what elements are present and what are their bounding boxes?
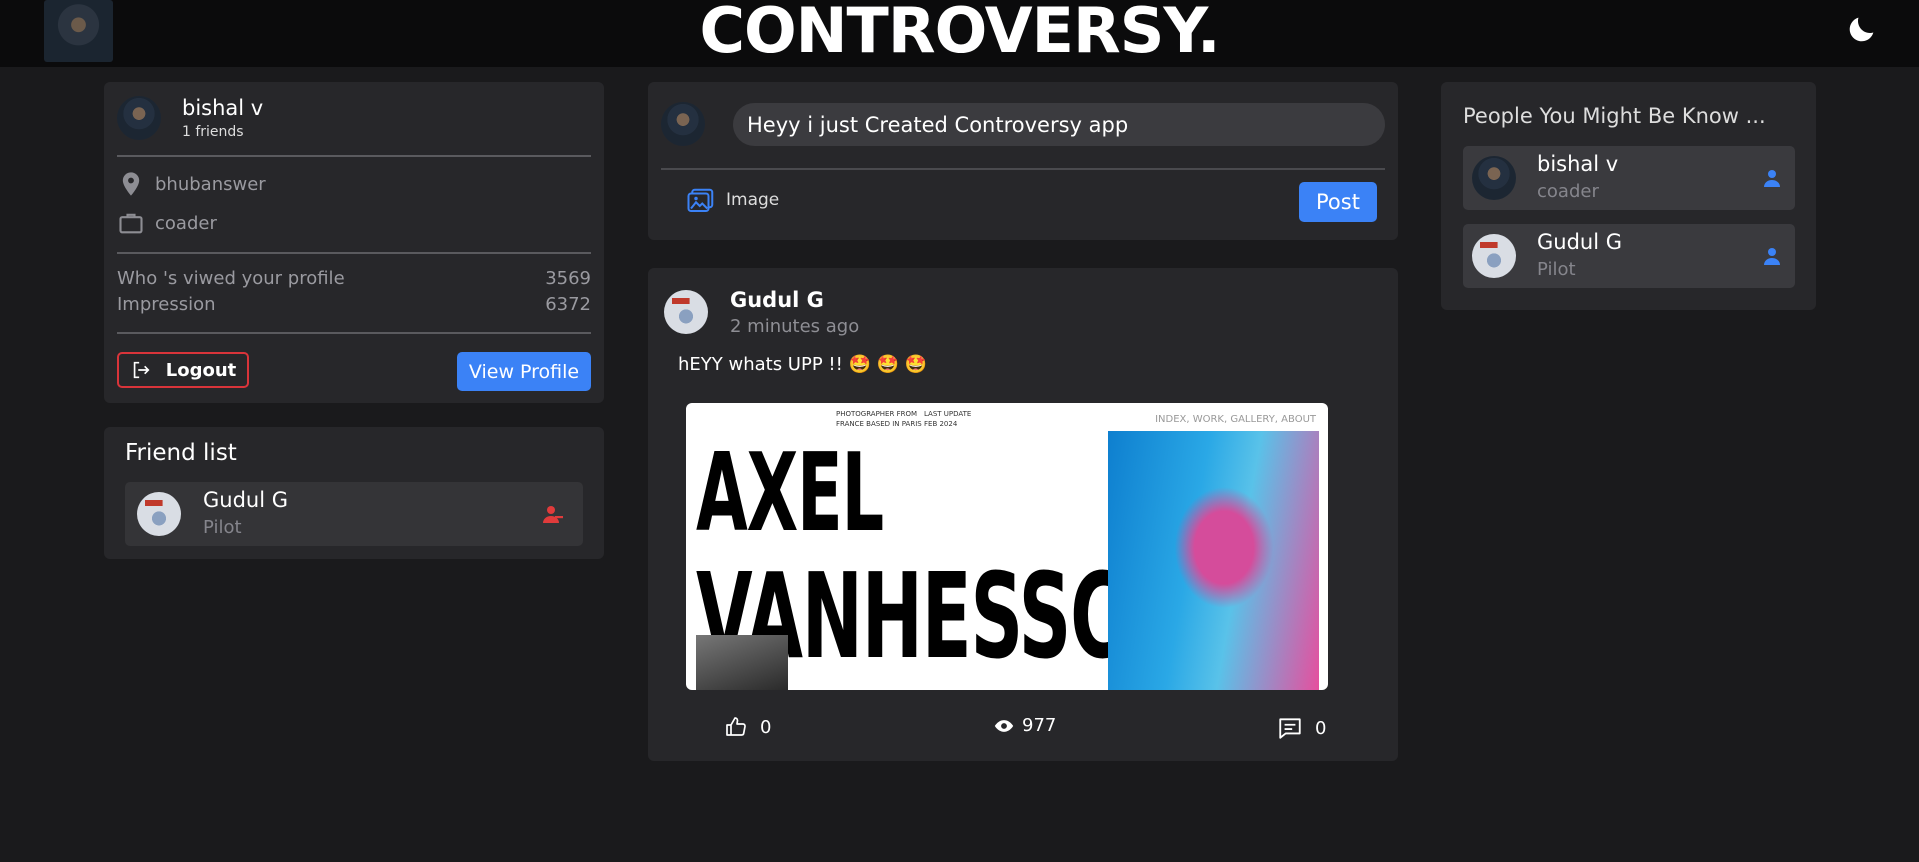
image-title-line1: AXEL — [696, 431, 884, 556]
profile-avatar[interactable] — [117, 96, 161, 140]
dark-mode-moon-icon[interactable] — [1845, 12, 1879, 46]
suggestions-card: People You Might Be Know ... bishal v co… — [1441, 82, 1816, 310]
comment-icon — [1279, 718, 1301, 739]
image-caption-update: LAST UPDATE FEB 2024 — [924, 410, 972, 428]
post-author-avatar[interactable] — [664, 290, 708, 334]
post-author-name[interactable]: Gudul G — [730, 288, 824, 312]
divider — [117, 155, 591, 157]
divider — [661, 168, 1385, 170]
remove-friend-icon[interactable] — [540, 502, 564, 526]
suggestions-title: People You Might Be Know ... — [1463, 104, 1766, 128]
stat-label-impression: Impression — [117, 294, 216, 315]
image-thumbnail — [696, 635, 788, 690]
stat-value-profile-views: 3569 — [545, 268, 591, 289]
suggestion-name[interactable]: bishal v — [1537, 152, 1618, 176]
like-button[interactable]: 0 — [724, 715, 771, 739]
logout-icon — [133, 361, 150, 379]
profile-card: bishal v 1 friends bhubanswer coader Who… — [104, 82, 604, 403]
compose-input[interactable] — [733, 103, 1385, 146]
post-button[interactable]: Post — [1299, 182, 1377, 222]
comment-button[interactable]: 0 — [1277, 715, 1326, 741]
friend-list-card: Friend list Gudul G Pilot — [104, 427, 604, 559]
suggestion-item[interactable]: bishal v coader — [1463, 146, 1795, 210]
post-card: Gudul G 2 minutes ago hEYY whats UPP !! … — [648, 268, 1398, 761]
top-bar: CONTROVERSY. — [0, 0, 1919, 67]
location-pin-icon — [122, 172, 140, 196]
image-nav: INDEX, WORK, GALLERY, ABOUT — [1155, 414, 1316, 425]
profile-location: bhubanswer — [155, 174, 266, 195]
briefcase-icon — [119, 213, 143, 234]
like-count: 0 — [760, 716, 772, 738]
add-friend-icon[interactable] — [1760, 166, 1784, 190]
app-brand[interactable]: CONTROVERSY. — [0, 0, 1919, 67]
suggestion-role: coader — [1537, 181, 1599, 202]
friend-name[interactable]: Gudul G — [203, 488, 288, 512]
eye-icon — [994, 719, 1014, 732]
friend-role: Pilot — [203, 517, 242, 538]
profile-name[interactable]: bishal v — [182, 96, 263, 120]
image-icon[interactable] — [686, 186, 716, 216]
profile-work: coader — [155, 213, 217, 234]
logout-button[interactable]: Logout — [117, 352, 249, 388]
views-counter: 977 — [994, 715, 1056, 736]
divider — [117, 332, 591, 334]
view-profile-button[interactable]: View Profile — [457, 352, 591, 391]
image-upload-label[interactable]: Image — [726, 190, 779, 210]
post-image[interactable]: PHOTOGRAPHER FROM FRANCE BASED IN PARIS … — [686, 403, 1328, 690]
post-timestamp: 2 minutes ago — [730, 316, 860, 337]
stat-value-impression: 6372 — [545, 294, 591, 315]
suggestion-item[interactable]: Gudul G Pilot — [1463, 224, 1795, 288]
logout-label: Logout — [165, 359, 237, 381]
suggestion-role: Pilot — [1537, 259, 1576, 280]
suggestion-avatar[interactable] — [1472, 156, 1516, 200]
image-photo — [1108, 431, 1319, 690]
suggestion-name[interactable]: Gudul G — [1537, 230, 1622, 254]
suggestion-avatar[interactable] — [1472, 234, 1516, 278]
profile-friends-count: 1 friends — [182, 124, 244, 140]
image-caption-photographer: PHOTOGRAPHER FROM FRANCE BASED IN PARIS — [836, 410, 922, 428]
friend-avatar[interactable] — [137, 492, 181, 536]
post-composer: Image Post — [648, 82, 1398, 240]
friend-list-item[interactable]: Gudul G Pilot — [125, 482, 583, 546]
comment-count: 0 — [1315, 717, 1327, 739]
friend-list-title: Friend list — [125, 440, 237, 466]
thumbs-up-icon — [726, 717, 746, 736]
view-count: 977 — [1022, 715, 1057, 736]
divider — [117, 252, 591, 254]
stat-label-profile-views: Who 's viwed your profile — [117, 268, 345, 289]
composer-avatar[interactable] — [661, 102, 705, 146]
post-text: hEYY whats UPP !! 🤩 🤩 🤩 — [678, 354, 928, 375]
add-friend-icon[interactable] — [1760, 244, 1784, 268]
